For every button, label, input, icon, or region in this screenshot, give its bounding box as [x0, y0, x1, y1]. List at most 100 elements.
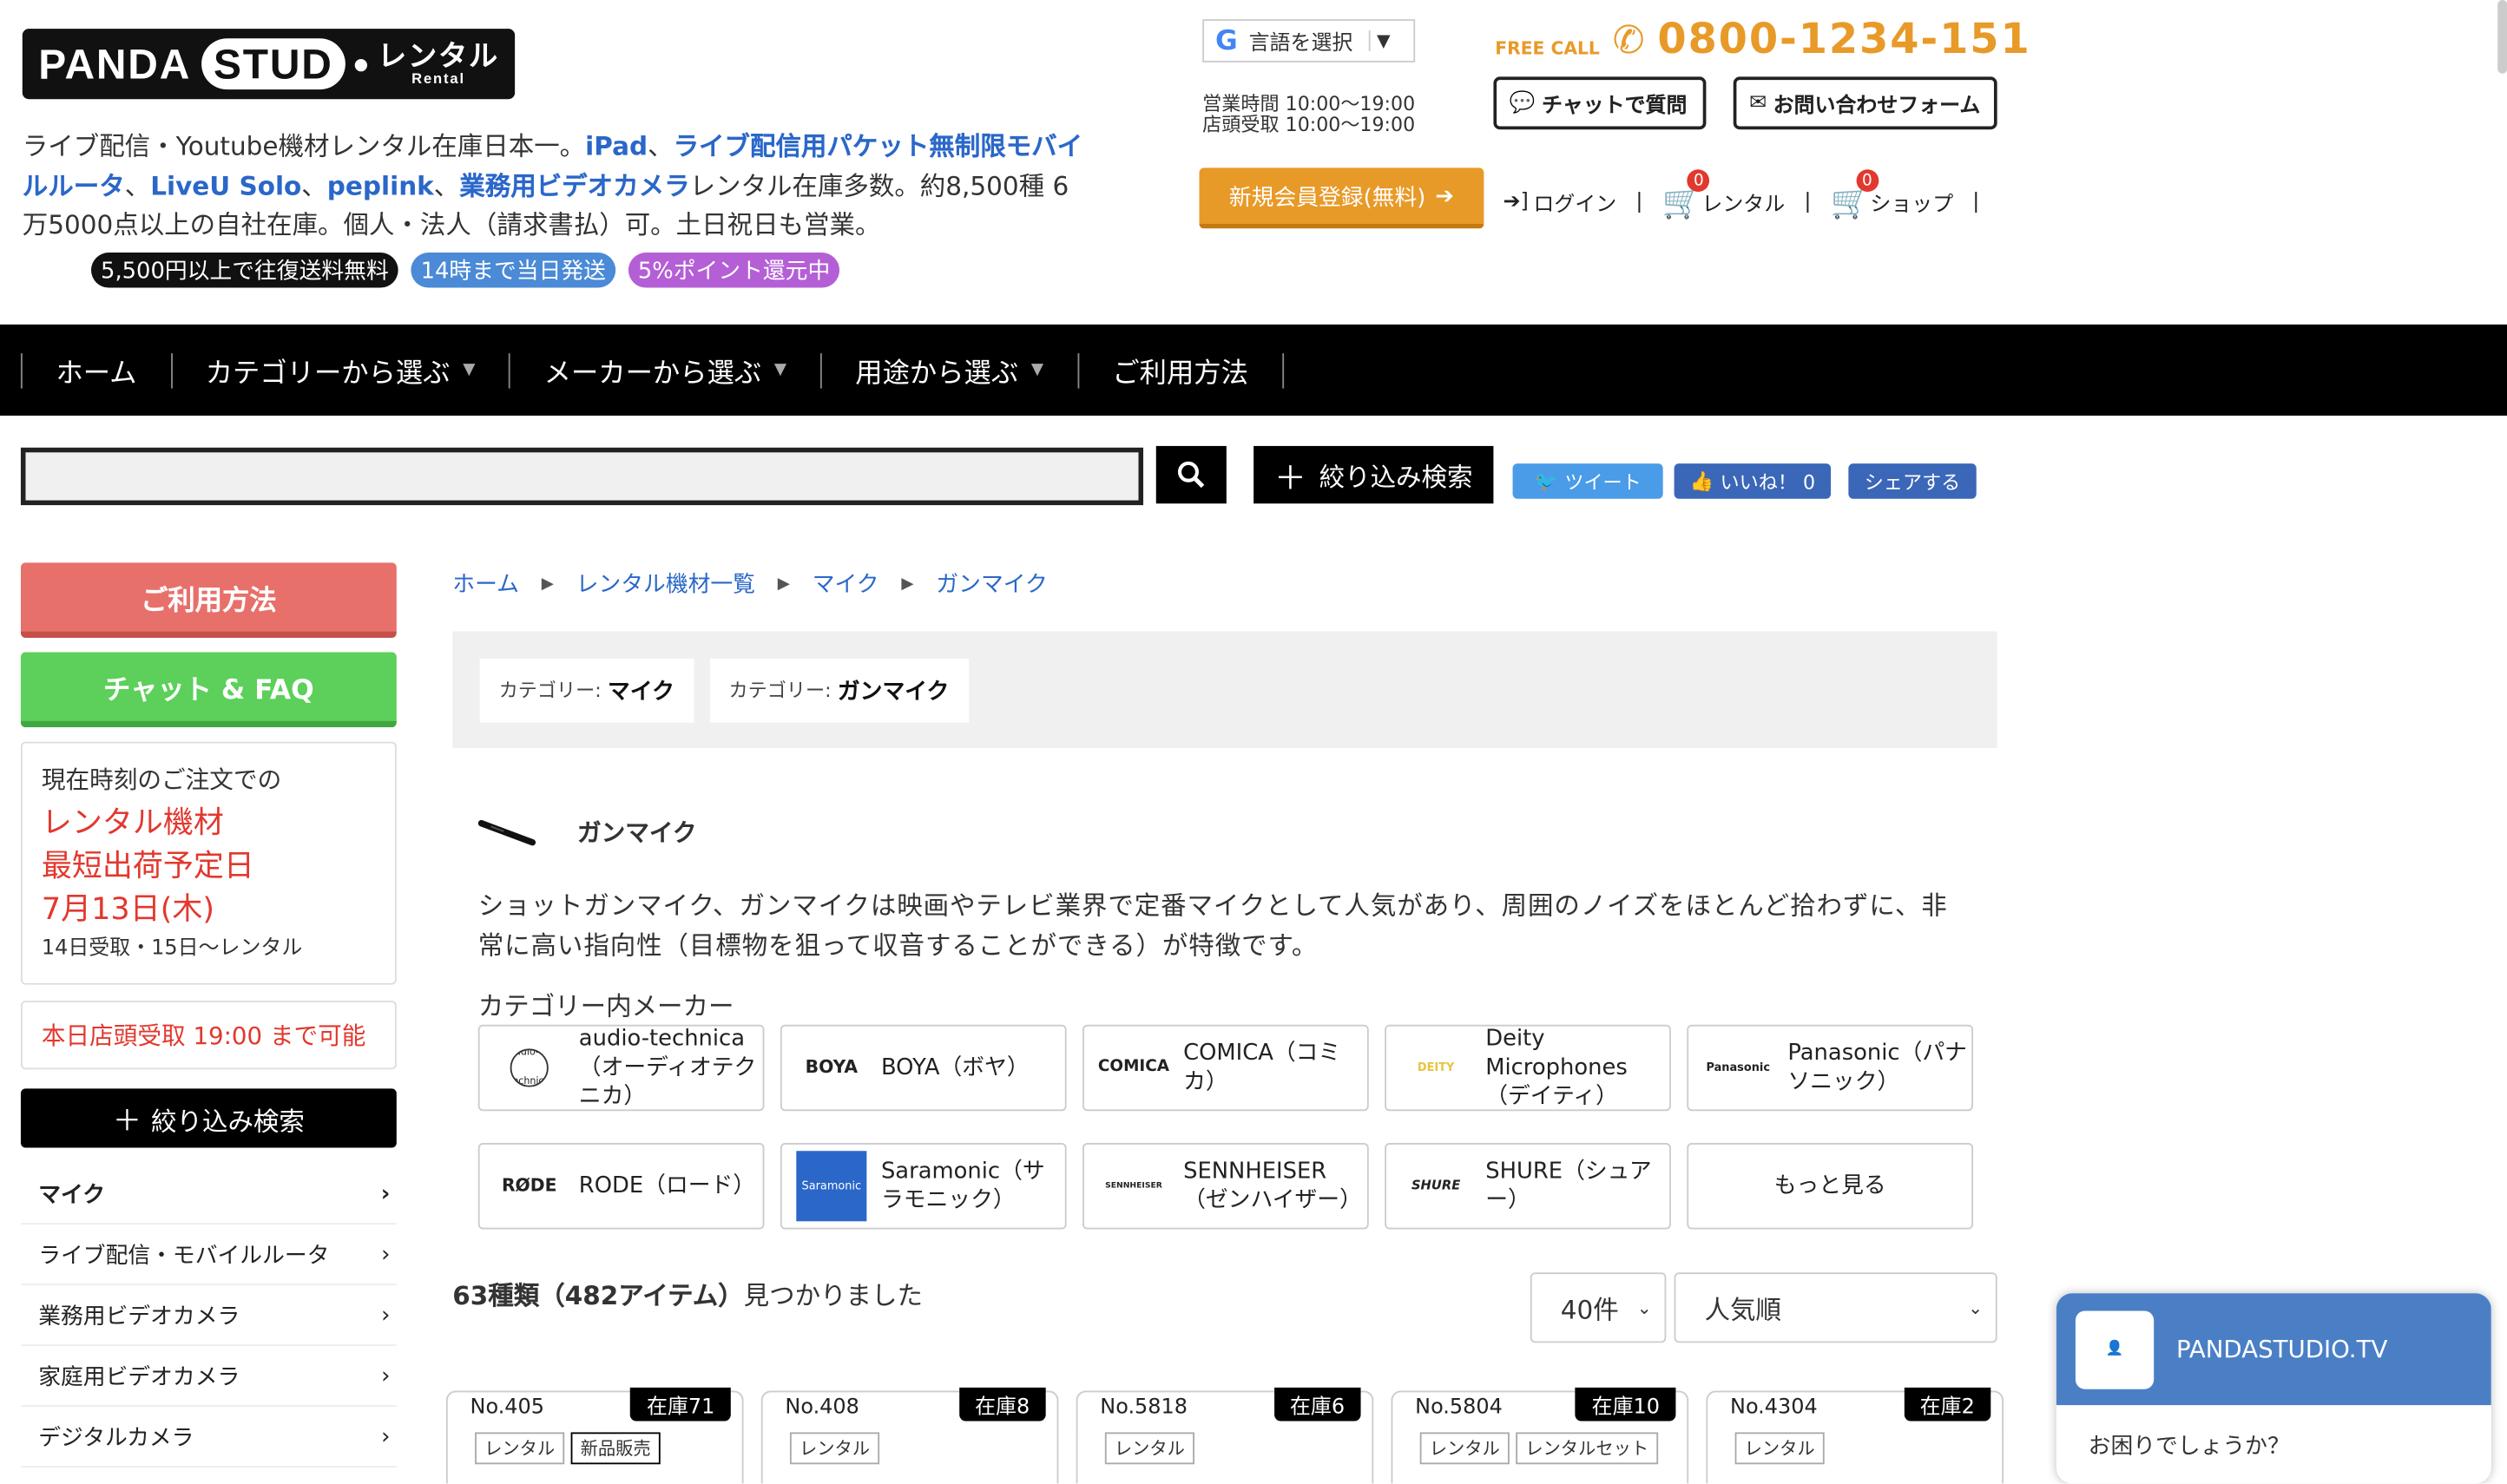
product-number: No.5818 [1100, 1395, 1188, 1420]
sennheiser-logo: SENNHEISER [1105, 1181, 1162, 1192]
chevron-down-icon: ⌄ [1968, 1297, 1984, 1318]
filter-tag[interactable]: カテゴリー: マイク [479, 657, 694, 722]
hours-open: 営業時間 10:00～19:00 [1202, 92, 1416, 115]
maker-rode[interactable]: RØDE RODE（ロード） [477, 1143, 765, 1230]
sort-select[interactable]: 人気順 ⌄ [1674, 1272, 1997, 1343]
saramonic-logo: Saramonic [782, 1151, 881, 1222]
like-label: いいね！ 0 [1720, 470, 1816, 494]
link-video-camera[interactable]: 業務用ビデオカメラ [459, 170, 689, 200]
maker-deity[interactable]: DEITY Deity Microphones（デイティ） [1385, 1024, 1671, 1112]
sidebar-usage-button[interactable]: ご利用方法 [20, 562, 397, 638]
sidebar-category-item[interactable]: マイク › [20, 1164, 397, 1225]
maker-sennheiser[interactable]: SENNHEISER SENNHEISER（ゼンハイザー） [1082, 1143, 1369, 1230]
maker-name: SHURE（シュアー） [1485, 1159, 1652, 1214]
shop-cart-link[interactable]: 🛒 0 ショップ [1831, 169, 1953, 220]
chat-widget[interactable]: 👤 PANDASTUDIO.TV お困りでしょうか？ [2056, 1293, 2491, 1484]
chevron-right-icon: › [381, 1363, 391, 1389]
breadcrumb-item[interactable]: ホーム [452, 568, 519, 600]
nav-how-to-use[interactable]: ご利用方法 [1076, 352, 1284, 390]
deity-logo: DEITY [1417, 1061, 1455, 1074]
link-peplink[interactable]: peplink [327, 170, 434, 200]
sidebar-category-item[interactable]: 家庭用ビデオカメラ › [20, 1346, 397, 1407]
per-page-select[interactable]: 40件 ⌄ [1530, 1272, 1667, 1343]
per-page-value: 40件 [1560, 1295, 1619, 1326]
nav-maker[interactable]: メーカーから選ぶ ▼ [509, 352, 820, 390]
tweet-button[interactable]: 🐦 ツイート [1512, 463, 1663, 499]
tweet-label: ツイート [1564, 470, 1642, 494]
phone-number[interactable]: 0800-1234-151 [1657, 16, 2030, 63]
product-card[interactable]: No.5818 在庫6 レンタル [1076, 1387, 1374, 1484]
thumbs-up-icon: 👍 [1689, 469, 1714, 493]
tag-value: ガンマイク [837, 678, 950, 705]
category-label: 家庭用ビデオカメラ [38, 1364, 240, 1390]
results-number: 63種類（482アイテム） [452, 1280, 744, 1311]
product-chip: 新品販売 [570, 1432, 661, 1465]
filter-tag[interactable]: カテゴリー: ガンマイク [709, 657, 969, 722]
sidebar-category-item[interactable]: ライブ配信・モバイルルータ › [20, 1225, 397, 1285]
maker-saramonic[interactable]: Saramonic Saramonic（サラモニック） [780, 1143, 1067, 1230]
product-card[interactable]: No.5804 在庫10 レンタル レンタルセット [1391, 1387, 1689, 1484]
stock-badge: 在庫6 [1273, 1387, 1361, 1422]
tag-prefix: カテゴリー: [728, 679, 832, 702]
shop-cart-count: 0 [1855, 169, 1879, 193]
rental-cart-link[interactable]: 🛒 0 レンタル [1662, 169, 1786, 220]
business-hours: 営業時間 10:00～19:00 店頭受取 10:00～19:00 [1202, 92, 1416, 136]
maker-panasonic[interactable]: Panasonic Panasonic（パナソニック） [1687, 1024, 1974, 1112]
user-links: ➔] ログイン | 🛒 0 レンタル | 🛒 0 ショップ | [1503, 169, 1998, 220]
product-chip: レンタル [1419, 1432, 1510, 1465]
product-card[interactable]: No.408 在庫8 レンタル [760, 1387, 1059, 1484]
breadcrumb-item[interactable]: マイク [813, 568, 879, 600]
maker-boya[interactable]: BOYA BOYA（ボヤ） [780, 1024, 1067, 1112]
maker-audio-technica[interactable]: audio-technica audio-technica（オーディオテクニカ） [477, 1024, 765, 1112]
sidebar-category-item[interactable]: デジタルカメラ › [20, 1407, 397, 1468]
search-input[interactable] [20, 447, 1144, 506]
category-label: ライブ配信・モバイルルータ [38, 1243, 330, 1269]
share-button[interactable]: シェアする [1848, 463, 1977, 499]
sidebar-category-item[interactable]: 業務用ビデオカメラ › [20, 1285, 397, 1346]
product-number: No.4304 [1730, 1395, 1818, 1420]
product-card[interactable]: No.4304 在庫2 レンタル [1706, 1387, 2004, 1484]
search-button[interactable] [1155, 445, 1227, 504]
like-button[interactable]: 👍 いいね！ 0 [1674, 463, 1832, 499]
rode-logo: RØDE [501, 1174, 557, 1196]
site-logo[interactable]: PANDA STUD ● レンタル Rental [22, 27, 516, 101]
more-makers-button[interactable]: もっと見る [1687, 1143, 1974, 1230]
link-ipad[interactable]: iPad [585, 131, 648, 161]
category-label: 業務用ビデオカメラ [38, 1303, 240, 1330]
comica-logo: COMICA [1097, 1058, 1170, 1076]
maker-shure[interactable]: SHURE SHURE（シュアー） [1385, 1143, 1671, 1230]
register-button[interactable]: 新規会員登録(無料) ➔ [1199, 167, 1484, 229]
page-scrollbar[interactable] [2497, 0, 2507, 74]
nav-home[interactable]: ホーム [20, 352, 170, 390]
logo-rental-ja: レンタル [378, 40, 500, 72]
contact-form-button[interactable]: ✉ お問い合わせフォーム [1733, 76, 1997, 130]
rental-cart-label: レンタル [1701, 192, 1786, 217]
stock-badge: 在庫71 [630, 1387, 731, 1422]
sidebar-filter-button[interactable]: ＋ 絞り込み検索 [20, 1088, 397, 1148]
nav-usage[interactable]: 用途から選ぶ ▼ [819, 352, 1077, 390]
breadcrumb-item[interactable]: レンタル機材一覧 [576, 568, 755, 600]
caret-down-icon: ▼ [463, 361, 476, 379]
chat-question-button[interactable]: 💬 チャットで質問 [1493, 76, 1707, 130]
arrow-right-icon: ▶ [541, 575, 554, 593]
store-pickup-box: 本日店頭受取 19:00 まで可能 [20, 1001, 397, 1070]
maker-name: Panasonic（パナソニック） [1787, 1041, 1967, 1095]
maker-comica[interactable]: COMICA COMICA（コミカ） [1082, 1024, 1369, 1112]
link-liveu-solo[interactable]: LiveU Solo [150, 170, 301, 200]
caret-down-icon: ▼ [773, 361, 787, 379]
active-filters: カテゴリー: マイク カテゴリー: ガンマイク [452, 631, 1997, 749]
product-card[interactable]: No.405 在庫71 レンタル 新品販売 [445, 1387, 744, 1484]
site-intro: ライブ配信・Youtube機材レンタル在庫日本一。iPad、ライブ配信用パケット… [23, 128, 1094, 245]
results-count: 63種類（482アイテム）見つかりました [452, 1274, 923, 1312]
filter-search-button[interactable]: ＋ 絞り込み検索 [1254, 445, 1494, 504]
nav-category[interactable]: カテゴリーから選ぶ ▼ [170, 352, 509, 390]
language-select[interactable]: G 言語を選択 ▼ [1202, 19, 1416, 62]
sidebar-chat-faq-button[interactable]: チャット & FAQ [20, 652, 397, 728]
breadcrumb-item[interactable]: ガンマイク [936, 568, 1047, 600]
category-heading: ガンマイク [477, 815, 697, 849]
login-link[interactable]: ➔] ログイン [1503, 187, 1616, 216]
breadcrumb: ホーム ▶ レンタル機材一覧 ▶ マイク ▶ ガンマイク [452, 568, 1048, 600]
shipping-date-box: 現在時刻のご注文での レンタル機材 最短出荷予定日 7月13日(木) 14日受取… [20, 741, 397, 985]
logo-rental-en: Rental [411, 70, 465, 87]
sort-value: 人気順 [1704, 1295, 1782, 1326]
